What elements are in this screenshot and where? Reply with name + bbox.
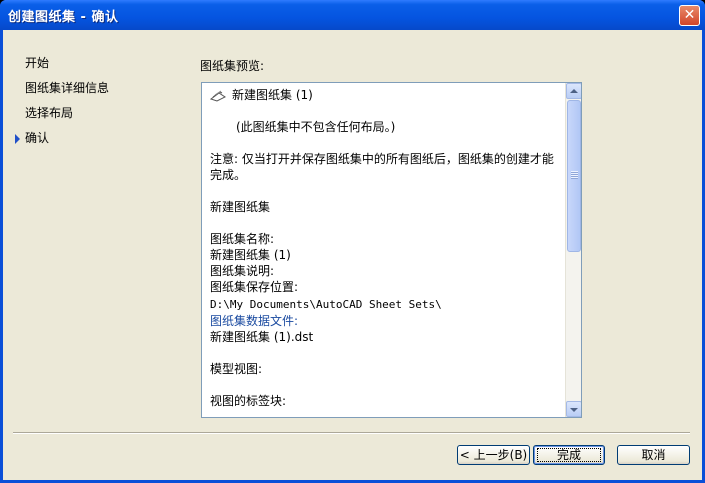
grip-icon <box>571 171 578 179</box>
name-value: 新建图纸集 (1) <box>210 248 291 262</box>
cancel-button[interactable]: 取消 <box>617 445 690 465</box>
data-file-value: 新建图纸集 (1).dst <box>210 330 314 344</box>
back-button[interactable]: < 上一步(B) <box>457 445 530 465</box>
data-file-label: 图纸集数据文件: <box>210 314 299 328</box>
step-sheet-set-details: 图纸集详细信息 <box>25 81 110 95</box>
focus-rect <box>537 448 601 462</box>
sheet-set-preview[interactable]: 新建图纸集 (1) (此图纸集中不包含任何布局。) 注意: 仅当打开并保存图纸集… <box>201 82 582 418</box>
sheet-set-heading: 新建图纸集 <box>210 200 271 214</box>
close-button[interactable]: ✕ <box>679 5 700 26</box>
preview-scrollbar[interactable] <box>565 83 581 417</box>
scroll-up-button[interactable] <box>566 83 581 99</box>
scroll-down-button[interactable] <box>566 401 581 417</box>
save-location-path: D:\My Documents\AutoCAD Sheet Sets\ <box>210 298 442 311</box>
window-title: 创建图纸集 - 确认 <box>8 10 119 25</box>
preview-content: 新建图纸集 (1) (此图纸集中不包含任何布局。) 注意: 仅当打开并保存图纸集… <box>210 87 560 409</box>
step-confirm: 确认 <box>13 130 183 155</box>
close-icon: ✕ <box>683 7 696 23</box>
scroll-thumb[interactable] <box>567 100 581 252</box>
preview-root: 新建图纸集 (1) <box>210 87 560 103</box>
button-separator <box>13 432 690 434</box>
step-begin: 开始 <box>25 56 50 70</box>
title-bar[interactable]: 创建图纸集 - 确认 ✕ <box>0 0 705 30</box>
wizard-steps: 开始 图纸集详细信息 选择布局 确认 <box>13 55 183 155</box>
current-step-arrow-icon <box>15 134 20 144</box>
preview-label: 图纸集预览: <box>200 59 265 73</box>
model-view-label: 模型视图: <box>210 362 263 376</box>
create-sheet-set-dialog: 创建图纸集 - 确认 ✕ 开始 图纸集详细信息 选择布局 确认 图纸集预览: 新… <box>0 0 705 483</box>
step-choose-layouts: 选择布局 <box>25 106 74 120</box>
note-line-2: 完成。 <box>210 168 247 182</box>
sheet-set-icon <box>210 90 226 102</box>
name-label: 图纸集名称: <box>210 232 275 246</box>
description-label: 图纸集说明: <box>210 264 275 278</box>
finish-button[interactable]: 完成 <box>533 445 605 465</box>
no-layouts-note: (此图纸集中不包含任何布局。) <box>236 120 396 134</box>
note-line-1: 注意: 仅当打开并保存图纸集中的所有图纸后，图纸集的创建才能 <box>210 152 554 166</box>
view-label-block: 视图的标签块: <box>210 394 287 408</box>
save-location-label: 图纸集保存位置: <box>210 280 299 294</box>
